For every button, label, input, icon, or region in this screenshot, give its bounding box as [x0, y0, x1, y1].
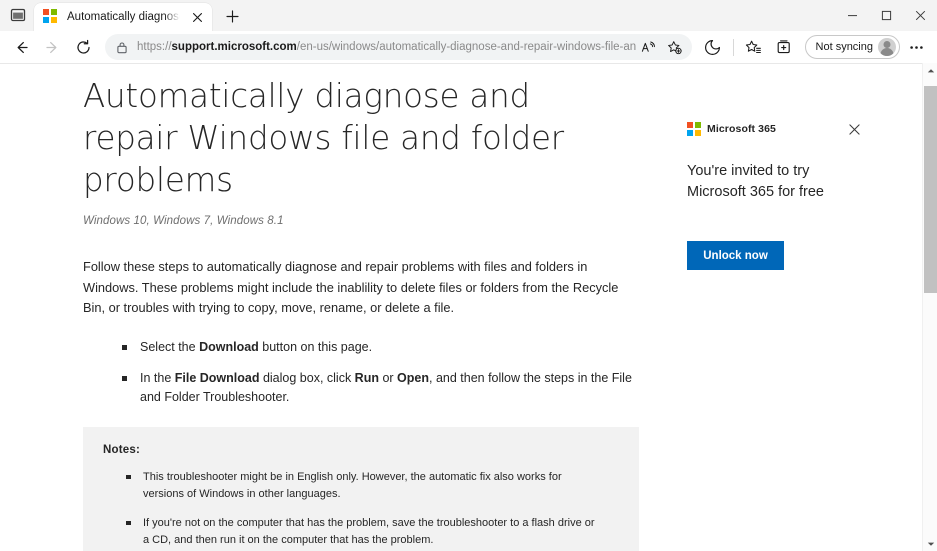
favorites-list-icon[interactable] — [739, 33, 769, 61]
browser-tab[interactable]: Automatically diagnose and rep — [34, 3, 212, 31]
address-bar[interactable]: https://support.microsoft.com/en-us/wind… — [105, 34, 692, 60]
window-controls — [835, 0, 937, 31]
browser-essentials-icon[interactable] — [698, 33, 728, 61]
url-host: support.microsoft.com — [171, 41, 297, 53]
profile-label: Not syncing — [815, 41, 873, 53]
person-avatar-icon — [878, 38, 896, 56]
microsoft-logo-icon — [687, 122, 701, 136]
page-viewport: Automatically diagnose and repair Window… — [0, 63, 937, 551]
promo-header: Microsoft 365 — [687, 119, 901, 139]
emphasis-text: File Download — [174, 370, 260, 385]
list-item: If you're not on the computer that has t… — [126, 515, 596, 549]
list-item: In the File Download dialog box, click R… — [122, 369, 642, 407]
chevron-down-icon[interactable] — [923, 536, 937, 551]
star-add-icon[interactable] — [662, 35, 688, 59]
ellipsis-icon[interactable] — [901, 33, 931, 61]
close-icon[interactable] — [188, 8, 206, 26]
emphasis-text: Download — [199, 339, 259, 354]
list-item: Select the Download button on this page. — [122, 338, 642, 357]
url-text: https://support.microsoft.com/en-us/wind… — [137, 39, 636, 55]
page-title: Automatically diagnose and repair Window… — [83, 77, 564, 199]
microsoft-365-promo: Microsoft 365 You're invited to try Micr… — [687, 119, 901, 270]
support-article-page: Automatically diagnose and repair Window… — [0, 64, 922, 551]
notes-list: This troubleshooter might be in English … — [103, 469, 619, 549]
read-aloud-icon[interactable] — [636, 35, 662, 59]
lock-icon — [116, 41, 128, 54]
microsoft-logo-icon — [43, 9, 59, 25]
refresh-button[interactable] — [68, 33, 98, 61]
unlock-now-button[interactable]: Unlock now — [687, 241, 784, 270]
toolbar-divider — [732, 38, 734, 56]
chevron-up-icon[interactable] — [923, 63, 937, 78]
maximize-button[interactable] — [869, 0, 903, 31]
close-window-button[interactable] — [903, 0, 937, 31]
close-icon[interactable] — [845, 120, 863, 138]
promo-headline: You're invited to try Microsoft 365 for … — [687, 163, 824, 200]
list-item: This troubleshooter might be in English … — [126, 469, 596, 503]
tab-strip: Automatically diagnose and rep — [0, 0, 937, 31]
back-button[interactable] — [6, 33, 36, 61]
promo-brand: Microsoft 365 — [687, 122, 776, 136]
steps-list: Select the Download button on this page.… — [83, 338, 648, 407]
tab-actions-icon[interactable] — [4, 1, 32, 29]
emphasis-text: Open — [397, 370, 429, 385]
emphasis-text: Run — [354, 370, 379, 385]
forward-button[interactable] — [37, 33, 67, 61]
notes-box: Notes: This troubleshooter might be in E… — [83, 426, 639, 551]
tab-title: Automatically diagnose and rep — [67, 11, 180, 23]
intro-paragraph: Follow these steps to automatically diag… — [83, 259, 619, 315]
browser-window: Automatically diagnose and rep — [0, 0, 937, 551]
article-body: Automatically diagnose and repair Window… — [83, 64, 648, 551]
profile-button[interactable]: Not syncing — [804, 35, 900, 59]
browser-toolbar: https://support.microsoft.com/en-us/wind… — [0, 31, 937, 63]
scrollbar-thumb[interactable] — [924, 86, 937, 293]
collections-icon[interactable] — [770, 33, 800, 61]
url-path: /en-us/windows/automatically-diagnose-an… — [296, 41, 636, 53]
minimize-button[interactable] — [835, 0, 869, 31]
new-tab-button[interactable] — [218, 2, 246, 30]
applies-to-label: Windows 10, Windows 7, Windows 8.1 — [83, 215, 284, 227]
page-scrollbar[interactable] — [922, 63, 937, 551]
url-scheme: https:// — [137, 41, 172, 53]
promo-brand-label: Microsoft 365 — [707, 123, 776, 135]
notes-heading: Notes: — [103, 443, 140, 456]
